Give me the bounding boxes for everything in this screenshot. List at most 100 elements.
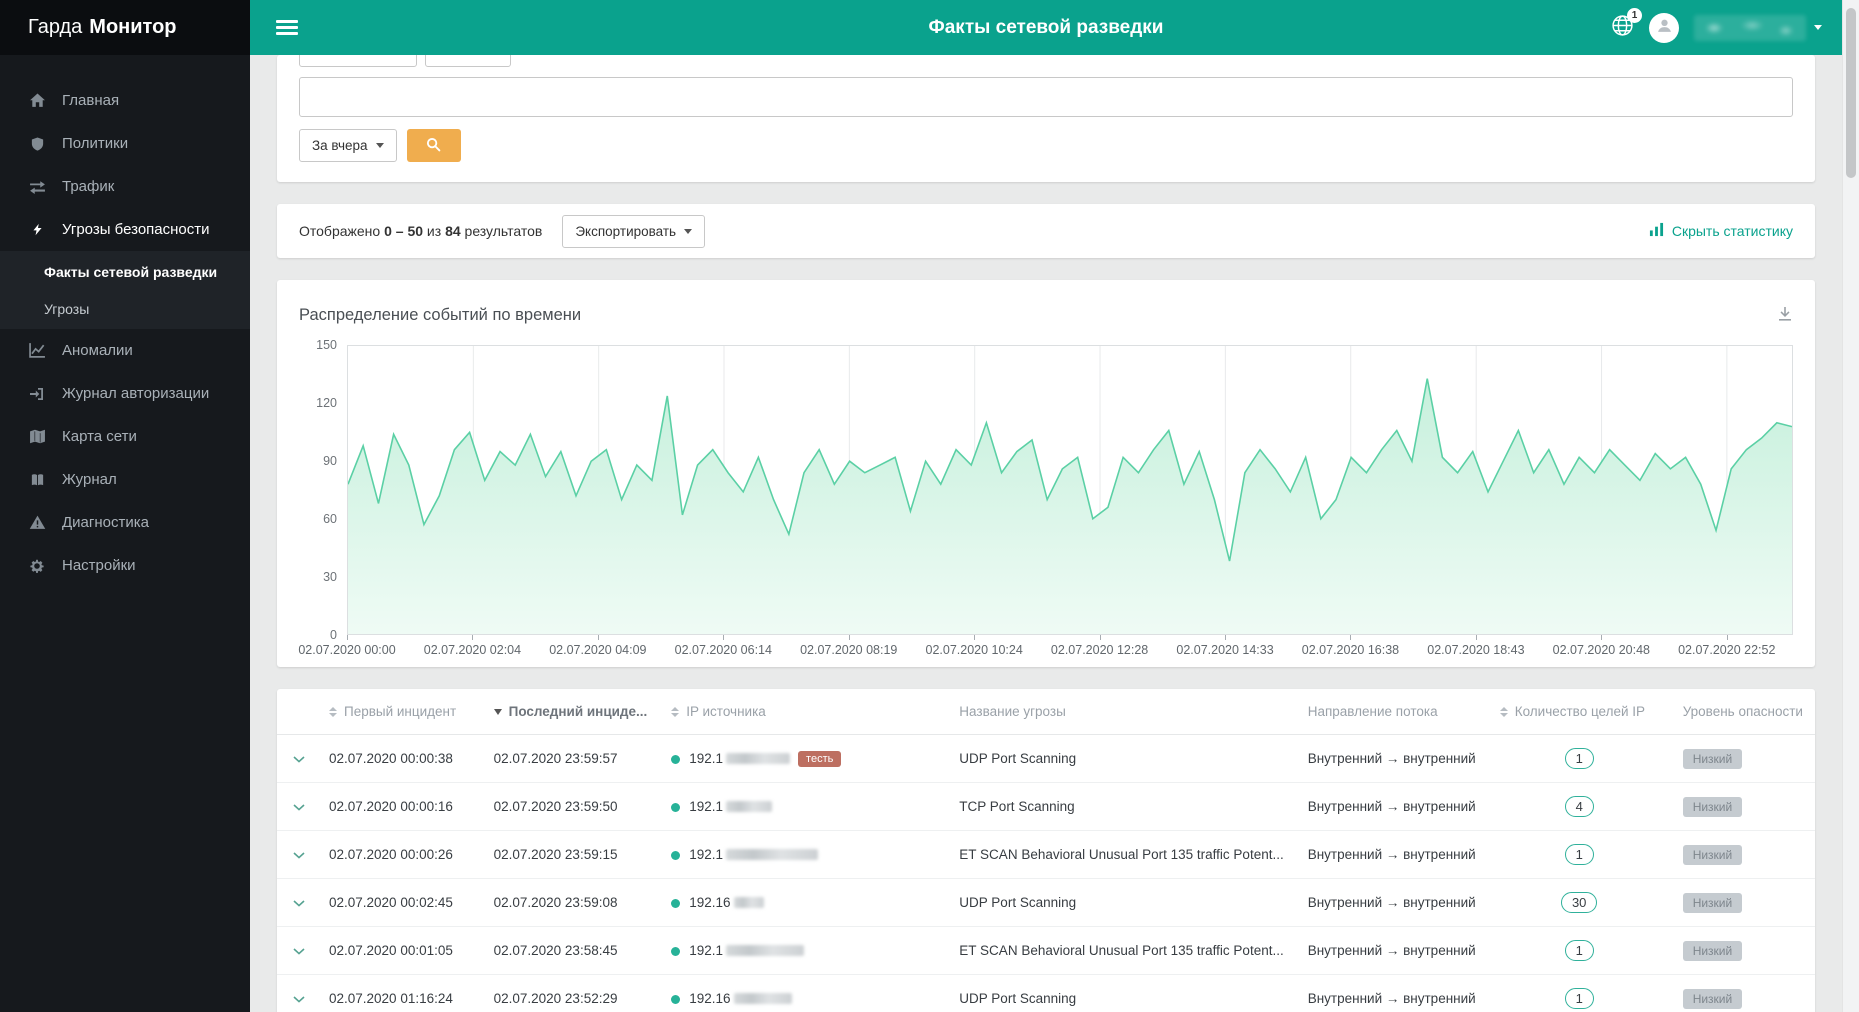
sort-icon (671, 707, 680, 718)
x-axis-label: 02.07.2020 22:52 (1678, 643, 1776, 657)
search-icon (426, 137, 441, 155)
period-label: За вчера (312, 138, 368, 153)
sidebar-item-label: Аномалии (62, 342, 133, 359)
sidebar-item-diagnostics[interactable]: Диагностика (0, 501, 250, 544)
level-cell: Низкий (1671, 735, 1815, 783)
redacted-ip (726, 801, 773, 812)
ip-status-dot (671, 947, 681, 956)
app-logo[interactable]: Гарда Монитор (0, 0, 250, 55)
ip-tag-badge: тесть (798, 750, 842, 767)
vertical-scrollbar[interactable] (1842, 0, 1859, 1012)
last-incident-cell: 02.07.2020 23:59:15 (481, 830, 660, 879)
x-axis-label: 02.07.2020 20:48 (1552, 643, 1650, 657)
direction-cell: Внутренний → внутренний (1307, 751, 1476, 766)
expand-row-chevron-icon[interactable] (293, 991, 305, 1006)
sidebar-item-auth-log[interactable]: Журнал авторизации (0, 372, 250, 415)
user-avatar[interactable] (1649, 12, 1679, 43)
sidebar-item-threats[interactable]: Угрозы безопасности (0, 208, 250, 251)
table-row[interactable]: 02.07.2020 00:02:45 02.07.2020 23:59:08 19… (277, 878, 1815, 927)
sidebar-item-settings[interactable]: Настройки (0, 544, 250, 587)
first-incident-cell: 02.07.2020 00:01:05 (317, 926, 482, 975)
expand-row-chevron-icon[interactable] (293, 751, 305, 766)
targets-count-cell: 1 (1488, 735, 1671, 783)
brand-name: Гарда (28, 16, 83, 38)
expand-row-chevron-icon[interactable] (293, 943, 305, 958)
sidebar-subitem-recon-facts[interactable]: Факты сетевой разведки (0, 253, 250, 290)
redacted-ip (726, 752, 791, 764)
table-row[interactable]: 02.07.2020 00:01:05 02.07.2020 23:58:45 19… (277, 926, 1815, 975)
x-axis-tick (1099, 635, 1101, 640)
search-query-input[interactable] (299, 77, 1793, 117)
export-dropdown[interactable]: Экспортировать (562, 214, 706, 248)
targets-count-pill: 1 (1564, 748, 1594, 769)
sidebar-item-label: Настройки (62, 557, 136, 574)
column-label: Количество целей IP (1514, 704, 1646, 719)
search-button[interactable] (406, 129, 461, 162)
targets-count-pill: 30 (1560, 892, 1598, 913)
filter-select[interactable] (299, 55, 417, 67)
level-cell: Низкий (1670, 974, 1815, 1012)
sidebar-item-policies[interactable]: Политики (0, 122, 250, 165)
source-ip-cell: 192.16 (659, 974, 948, 1012)
download-icon[interactable] (1777, 306, 1793, 327)
y-axis-label: 150 (316, 338, 337, 352)
sidebar-item-anomalies[interactable]: Аномалии (0, 329, 250, 372)
column-header-first[interactable]: Первый инцидент (317, 689, 482, 735)
targets-count-pill: 1 (1564, 940, 1594, 961)
menu-toggle-button[interactable] (276, 17, 298, 38)
sidebar-item-network-map[interactable]: Карта сети (0, 415, 250, 458)
table-row[interactable]: 02.07.2020 00:00:26 02.07.2020 23:59:15 19… (277, 830, 1815, 879)
column-header-last[interactable]: Последний инциде... (481, 689, 660, 735)
table-row[interactable]: 02.07.2020 00:00:16 02.07.2020 23:59:50 19… (277, 782, 1815, 831)
results-left: Отображено 0 – 50 из 84 результатов Эксп… (299, 214, 706, 248)
sidebar-item-journal[interactable]: Журнал (0, 458, 250, 501)
user-menu[interactable] (1694, 14, 1822, 41)
table-row[interactable]: 02.07.2020 00:00:38 02.07.2020 23:59:57 19… (277, 735, 1815, 783)
redacted-ip (733, 993, 792, 1004)
sort-icon (1499, 707, 1508, 718)
filter-select-secondary[interactable] (425, 55, 511, 67)
column-header-level: Уровень опасности (1670, 689, 1815, 735)
redacted-ip (726, 945, 805, 956)
table-header: Первый инцидент Последний инциде... IP ист… (277, 689, 1815, 735)
book-icon (28, 472, 46, 488)
chart-y-axis: 0 30 60 90 120 150 (299, 338, 347, 642)
sidebar-item-label: Журнал (62, 471, 117, 488)
expand-row-chevron-icon[interactable] (293, 895, 305, 910)
results-count: Отображено 0 – 50 из 84 результатов (299, 223, 542, 239)
source-ip-cell: 192.1 (659, 926, 948, 975)
first-incident-cell: 02.07.2020 00:00:26 (317, 830, 482, 879)
gear-icon (28, 558, 46, 574)
signin-icon (28, 386, 46, 402)
expand-row-chevron-icon[interactable] (293, 847, 305, 862)
y-axis-label: 120 (316, 396, 337, 410)
last-incident-cell: 02.07.2020 23:52:29 (481, 974, 660, 1012)
brand-name-bold: Монитор (89, 16, 177, 38)
column-header-targets[interactable]: Количество целей IP (1487, 689, 1671, 735)
sidebar-item-label: Главная (62, 92, 120, 109)
redacted-username (1694, 14, 1806, 41)
hide-stats-link[interactable]: Скрыть статистику (1649, 222, 1793, 240)
chevron-down-icon (684, 228, 693, 234)
sidebar-submenu: Факты сетевой разведки Угрозы (0, 251, 250, 329)
period-dropdown[interactable]: За вчера (299, 129, 397, 162)
sidebar-item-home[interactable]: Главная (0, 79, 250, 122)
sidebar-subitem-threats-list[interactable]: Угрозы (0, 290, 250, 327)
incidents-table: Первый инцидент Последний инциде... IP ист… (277, 689, 1815, 1012)
traffic-icon (28, 178, 46, 195)
scrollbar-thumb[interactable] (1846, 8, 1856, 178)
results-range: 0 – 50 (384, 223, 424, 239)
column-header-ip[interactable]: IP источника (659, 689, 948, 735)
table-row[interactable]: 02.07.2020 01:16:24 02.07.2020 23:52:29 19… (277, 974, 1815, 1012)
last-incident-cell: 02.07.2020 23:59:50 (481, 782, 660, 831)
hide-stats-label: Скрыть статистику (1671, 223, 1793, 239)
threat-name-cell: UDP Port Scanning (959, 751, 1077, 766)
expand-row-chevron-icon[interactable] (293, 799, 305, 814)
sidebar-item-traffic[interactable]: Трафик (0, 165, 250, 208)
level-badge: Низкий (1682, 892, 1743, 913)
bar-chart-icon (1649, 222, 1664, 240)
notifications-button[interactable]: 1 (1611, 7, 1642, 42)
column-header-direction: Направление потока (1295, 689, 1488, 735)
level-cell: Низкий (1670, 878, 1815, 927)
x-axis-label: 02.07.2020 10:24 (925, 643, 1023, 657)
